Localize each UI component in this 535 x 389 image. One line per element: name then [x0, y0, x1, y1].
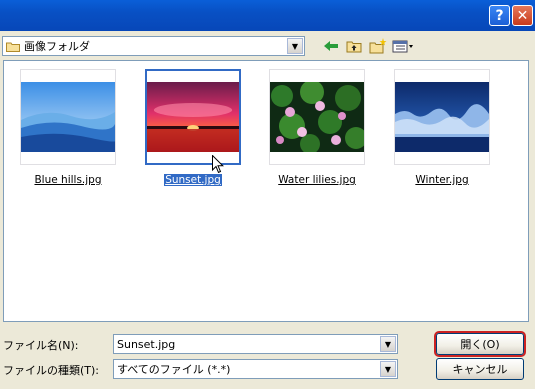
thumbnail-frame [394, 69, 490, 165]
water-lilies-thumbnail [270, 82, 364, 152]
chevron-down-icon[interactable]: ▼ [287, 38, 303, 54]
thumbnail-frame [269, 69, 365, 165]
file-name: Blue hills.jpg [34, 174, 102, 186]
file-name: Water lilies.jpg [278, 174, 356, 186]
chevron-down-icon[interactable]: ▼ [380, 361, 396, 377]
file-view[interactable]: Blue hills.jpg Sunset.jpg Water lilies.j… [3, 60, 529, 322]
filetype-value: すべてのファイル (*.*) [117, 363, 231, 376]
sunset-thumbnail [147, 82, 239, 152]
file-item-water-lilies[interactable]: Water lilies.jpg [267, 69, 367, 186]
file-name: Winter.jpg [415, 174, 469, 186]
filetype-combobox[interactable]: すべてのファイル (*.*) ▼ [113, 359, 398, 379]
open-button[interactable]: 開く(O) [436, 333, 524, 355]
look-in-dropdown[interactable]: 画像フォルダ ▼ [2, 36, 305, 56]
close-button[interactable]: ✕ [512, 5, 533, 26]
thumbnail-frame [145, 69, 241, 165]
blue-hills-thumbnail [21, 82, 115, 152]
help-button[interactable]: ? [489, 5, 510, 26]
thumbnail-frame [20, 69, 116, 165]
cancel-button[interactable]: キャンセル [436, 358, 524, 380]
back-icon[interactable] [322, 37, 340, 55]
winter-thumbnail [395, 82, 489, 152]
filename-combobox[interactable]: Sunset.jpg ▼ [113, 334, 398, 354]
filetype-label: ファイルの種類(T): [3, 364, 100, 377]
file-name: Sunset.jpg [164, 174, 222, 186]
file-item-blue-hills[interactable]: Blue hills.jpg [18, 69, 118, 186]
title-bar: ? ✕ [0, 0, 535, 31]
file-item-sunset[interactable]: Sunset.jpg [143, 69, 243, 186]
filename-input[interactable]: Sunset.jpg [117, 338, 175, 351]
filename-label: ファイル名(N): [3, 339, 79, 352]
folder-icon [6, 41, 20, 52]
up-folder-icon[interactable] [345, 37, 363, 55]
file-item-winter[interactable]: Winter.jpg [392, 69, 492, 186]
view-menu-icon[interactable] [392, 37, 414, 55]
look-in-value: 画像フォルダ [24, 40, 90, 53]
mouse-cursor-icon [212, 155, 224, 174]
chevron-down-icon[interactable]: ▼ [380, 336, 396, 352]
new-folder-icon[interactable] [368, 37, 388, 55]
